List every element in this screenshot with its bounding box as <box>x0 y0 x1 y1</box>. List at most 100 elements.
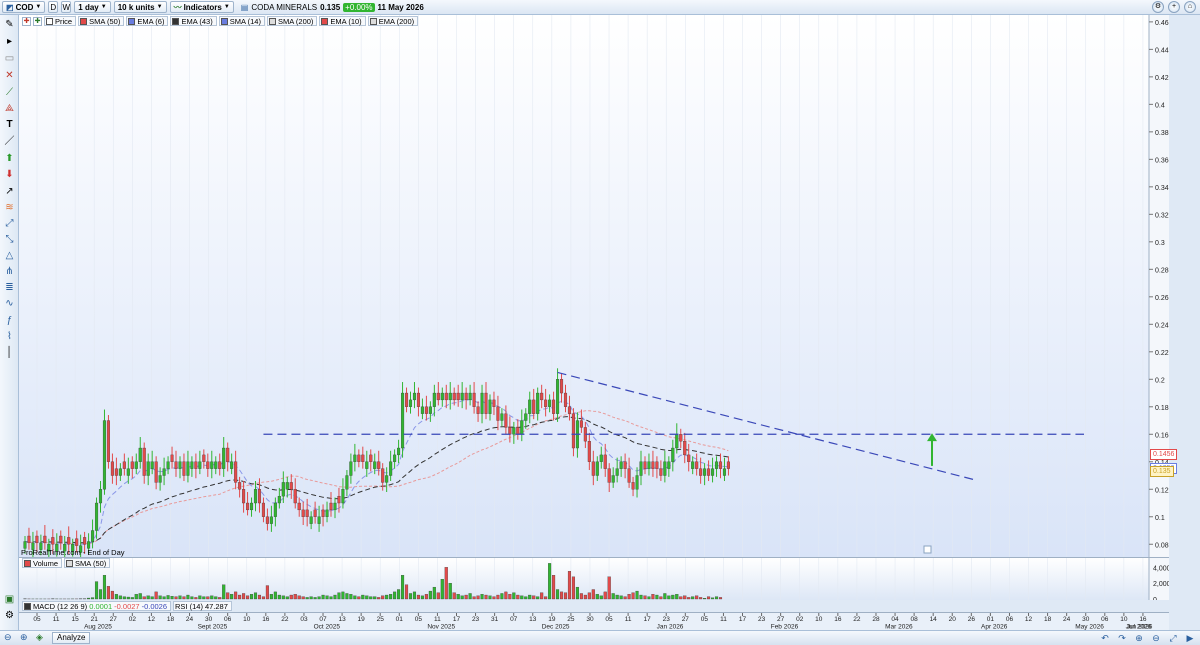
plus-icon[interactable]: + <box>1168 1 1180 13</box>
ray-icon[interactable]: ⤢ <box>3 217 16 230</box>
add-icon[interactable]: ✚ <box>33 16 42 26</box>
legend-item[interactable]: EMA (6) <box>126 16 169 26</box>
legend-item[interactable]: EMA (10) <box>319 16 366 26</box>
cross-icon[interactable]: ✕ <box>3 69 16 82</box>
pointer-icon[interactable]: ▸ <box>3 35 16 48</box>
curve-icon[interactable]: ƒ <box>3 314 16 327</box>
wave-icon[interactable]: ∿ <box>3 297 16 310</box>
volume-bar <box>91 597 95 600</box>
legend-item[interactable]: Volume <box>22 558 63 568</box>
zoom-in-icon[interactable]: ⊕ <box>1133 632 1145 644</box>
segment-icon[interactable]: ⤡ <box>3 233 16 246</box>
candle-body <box>202 454 206 462</box>
price-tick-label: 0.16 <box>1155 432 1169 439</box>
legend-item[interactable]: Price <box>44 16 77 26</box>
fibonacci-icon[interactable]: ≋ <box>3 201 16 214</box>
add-panel-icon[interactable]: ▣ <box>3 593 16 606</box>
candle-body <box>234 461 238 483</box>
candle-body <box>468 392 472 401</box>
scroll-right-icon[interactable]: ▶ <box>1184 632 1196 644</box>
volume-bar <box>420 595 424 600</box>
day-label: 28 <box>872 616 880 623</box>
price-tick-label: 0.2 <box>1155 377 1165 384</box>
bottom-bar: ⊖ ⊕ ◈ Analyze ↶ ↷ ⊕ ⊖ ⤢ ▶ <box>0 630 1200 645</box>
volume-bar <box>401 575 405 600</box>
arrow-up-icon[interactable]: ⬆ <box>3 152 16 165</box>
units-dropdown[interactable]: 10 k units ▼ <box>113 1 167 13</box>
legend-item[interactable]: EMA (200) <box>367 16 419 26</box>
price-chart[interactable]: 0.46 0.44 0.42 0.4 0.38 0.36 0.34 0.32 0.3 0.28 0.… <box>19 15 1169 558</box>
volume-bar <box>138 593 142 600</box>
price-tag: 0.1456 <box>1150 449 1178 461</box>
candle-body <box>556 379 560 414</box>
data-credit: ProRealTime.com - End of Day <box>21 548 125 557</box>
arrow-diagonal-icon[interactable]: ↗ <box>3 185 16 198</box>
candle-body <box>174 461 178 469</box>
time-axis[interactable]: 05 11 15 21 27 02 12 18 24 30 06 10 16 22 03 07 13 19 25 01… <box>19 613 1169 630</box>
legend-item[interactable]: SMA (50) <box>78 16 125 26</box>
grid-icon[interactable]: ≣ <box>3 281 16 294</box>
indicators-button[interactable]: 〰 Indicators ▼ <box>169 1 234 13</box>
analyze-icon[interactable]: ◈ <box>36 632 43 643</box>
fan-icon[interactable]: ⟋ <box>3 86 16 99</box>
macd-legend[interactable]: MACD (12 26 9) 0.0001 -0.0027 -0.0026 <box>22 601 172 611</box>
triangle-icon[interactable]: △ <box>3 249 16 262</box>
candle-body <box>591 461 595 476</box>
period-daily-button[interactable]: D <box>48 1 59 13</box>
day-label: 18 <box>167 616 175 623</box>
remove-icon[interactable]: ✚ <box>22 16 31 26</box>
candle-body <box>635 475 639 490</box>
legend-item[interactable]: SMA (14) <box>218 16 265 26</box>
eraser-icon[interactable]: ▭ <box>3 52 16 65</box>
legend-label: EMA (6) <box>137 16 165 26</box>
volume-bar <box>623 596 627 600</box>
fit-icon[interactable]: ⤢ <box>1167 632 1179 644</box>
period-weekly-button[interactable]: W <box>61 1 72 13</box>
volume-bar <box>357 596 361 600</box>
volume-bar <box>607 576 611 600</box>
day-label: 22 <box>853 616 861 623</box>
undo-icon[interactable]: ↶ <box>1099 632 1111 644</box>
settings-icon[interactable]: ⚙ <box>1152 1 1164 13</box>
channel-icon[interactable]: ⟁ <box>3 102 16 115</box>
candle-body <box>718 461 723 469</box>
candle-body <box>277 495 281 504</box>
text-icon[interactable]: T <box>3 118 16 131</box>
lock-icon[interactable]: ⌂ <box>1184 1 1196 13</box>
candle-body <box>98 489 103 504</box>
zoom-out-icon[interactable]: ⊖ <box>4 632 12 643</box>
volume-bar <box>238 594 242 600</box>
candle-body <box>476 406 480 414</box>
candle-body <box>297 502 301 511</box>
candle-body <box>206 461 210 469</box>
volume-bar <box>257 594 262 600</box>
panel-settings-icon[interactable]: ⚙ <box>3 609 16 622</box>
rsi-legend[interactable]: RSI (14) 47.287 <box>173 601 232 611</box>
arrow-down-icon[interactable]: ⬇ <box>3 168 16 181</box>
day-label: 10 <box>1120 616 1128 623</box>
legend-label: EMA (200) <box>378 16 415 26</box>
legend-item[interactable]: EMA (43) <box>170 16 217 26</box>
polyline-icon[interactable]: ⌇ <box>3 330 16 343</box>
symbol-selector[interactable]: ◩ COD ▼ <box>2 1 46 13</box>
legend-item[interactable]: SMA (50) <box>64 558 111 568</box>
volume-bar <box>524 596 528 600</box>
volume-bar <box>703 598 707 600</box>
volume-bar <box>540 592 544 600</box>
zoom-in-icon[interactable]: ⊕ <box>20 632 28 643</box>
zoom-out-icon[interactable]: ⊖ <box>1150 632 1162 644</box>
volume-bar <box>87 597 91 600</box>
legend-item[interactable]: SMA (200) <box>266 16 318 26</box>
pencil-icon[interactable]: ✎ <box>3 18 16 31</box>
analyze-button[interactable]: Analyze <box>52 632 91 644</box>
line-icon[interactable]: ／ <box>3 135 16 148</box>
candle-body <box>655 461 659 469</box>
timeframe-dropdown[interactable]: 1 day ▼ <box>74 1 111 13</box>
volume-bar <box>106 586 110 600</box>
volume-bar <box>651 594 655 600</box>
redo-icon[interactable]: ↷ <box>1116 632 1128 644</box>
volume-bar <box>341 591 345 600</box>
vertical-line-icon[interactable]: │ <box>3 346 16 359</box>
volume-chart[interactable]: 4,000k 2,000k 0 <box>19 558 1169 600</box>
pitchfork-icon[interactable]: ⋔ <box>3 265 16 278</box>
